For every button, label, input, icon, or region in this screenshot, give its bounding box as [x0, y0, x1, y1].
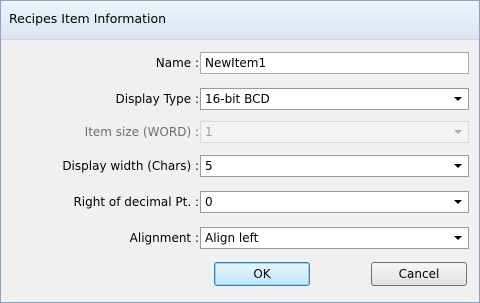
display-type-select[interactable]: 16-bit BCD	[200, 88, 469, 110]
dialog-body: Name : NewItem1 Display Type : 16-bit BC…	[7, 40, 473, 297]
title-bar[interactable]: Recipes Item Information	[1, 1, 479, 40]
name-label: Name :	[155, 56, 199, 70]
display-type-value: 16-bit BCD	[205, 92, 270, 106]
name-row: Name : NewItem1	[7, 52, 473, 74]
name-input-value: NewItem1	[205, 56, 267, 70]
alignment-row: Alignment : Align left	[7, 227, 473, 249]
alignment-value: Align left	[205, 231, 259, 245]
decimal-pt-select[interactable]: 0	[200, 191, 469, 213]
window-title: Recipes Item Information	[9, 11, 167, 26]
recipes-item-dialog: Recipes Item Information Name : NewItem1…	[0, 0, 480, 303]
display-width-value: 5	[205, 159, 213, 173]
alignment-label: Alignment :	[129, 231, 199, 245]
chevron-down-icon	[454, 130, 462, 134]
item-size-value: 1	[205, 125, 213, 139]
chevron-down-icon	[454, 236, 462, 240]
display-width-row: Display width (Chars) : 5	[7, 155, 473, 177]
chevron-down-icon	[454, 164, 462, 168]
name-input[interactable]: NewItem1	[200, 52, 469, 74]
display-type-label: Display Type :	[115, 92, 199, 106]
chevron-down-icon	[454, 200, 462, 204]
decimal-pt-value: 0	[205, 195, 213, 209]
item-size-select: 1	[200, 121, 469, 143]
display-type-row: Display Type : 16-bit BCD	[7, 88, 473, 110]
item-size-label: Item size (WORD) :	[84, 125, 199, 139]
chevron-down-icon	[454, 97, 462, 101]
display-width-select[interactable]: 5	[200, 155, 469, 177]
display-width-label: Display width (Chars) :	[62, 159, 199, 173]
alignment-select[interactable]: Align left	[200, 227, 469, 249]
ok-button[interactable]: OK	[214, 262, 310, 286]
decimal-pt-row: Right of decimal Pt. : 0	[7, 191, 473, 213]
cancel-button[interactable]: Cancel	[371, 262, 467, 286]
button-row: OK Cancel	[7, 262, 473, 286]
decimal-pt-label: Right of decimal Pt. :	[73, 195, 199, 209]
item-size-row: Item size (WORD) : 1	[7, 121, 473, 143]
